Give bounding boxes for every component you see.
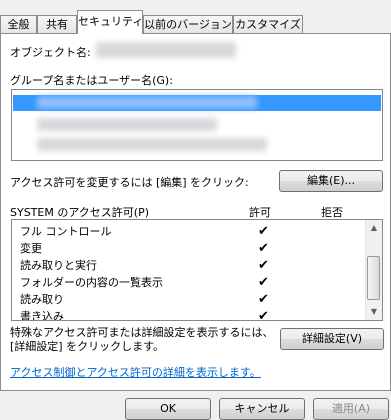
scroll-down-icon[interactable]: ▼ (366, 304, 382, 320)
group-user-list[interactable] (11, 89, 383, 161)
permission-row: 読み取りと実行 ✔ (20, 257, 360, 274)
scroll-up-icon[interactable]: ▲ (366, 220, 382, 236)
cancel-button[interactable]: キャンセル (219, 398, 305, 420)
deny-header: 拒否 (321, 206, 343, 219)
permission-name: フォルダーの内容の一覧表示 (20, 276, 163, 289)
permissions-list: フル コントロール ✔ 変更 ✔ 読み取りと実行 ✔ フォルダーの内容の一覧表示… (11, 219, 383, 321)
tab-previous-versions[interactable]: 以前のバージョン (143, 15, 233, 33)
permission-name: 読み取り (20, 293, 64, 306)
permissions-scrollbar[interactable]: ▲ ▼ (365, 220, 382, 320)
list-item-name (37, 96, 257, 109)
apply-button[interactable]: 適用(A) (313, 398, 389, 420)
scroll-thumb[interactable] (367, 256, 380, 300)
tab-general[interactable]: 全般 (0, 15, 37, 33)
permissions-title: SYSTEM のアクセス許可(P) (10, 206, 150, 219)
allow-check-icon: ✔ (258, 258, 269, 273)
object-name-value (96, 42, 236, 58)
permission-name: 書き込み (20, 310, 64, 321)
allow-check-icon: ✔ (258, 275, 269, 290)
help-link[interactable]: アクセス制御とアクセス許可の詳細を表示します。 (10, 364, 261, 380)
allow-header: 許可 (249, 206, 271, 219)
permission-name: フル コントロール (20, 225, 112, 238)
permission-row: フォルダーの内容の一覧表示 ✔ (20, 274, 360, 291)
advanced-text-line2: [詳細設定] をクリックします。 (10, 340, 164, 353)
advanced-button[interactable]: 詳細設定(V) (280, 328, 384, 350)
permission-name: 変更 (20, 242, 42, 255)
permission-row: 読み取り ✔ (20, 291, 360, 308)
allow-check-icon: ✔ (258, 292, 269, 307)
ok-button[interactable]: OK (125, 398, 211, 420)
security-panel: オブジェクト名: グループ名またはユーザー名(G): アクセス許可を変更するには… (0, 33, 391, 391)
tab-security[interactable]: セキュリティ (77, 10, 143, 34)
list-item[interactable] (37, 138, 267, 151)
tab-sharing[interactable]: 共有 (37, 15, 77, 33)
permission-row: 変更 ✔ (20, 240, 360, 257)
permission-row: フル コントロール ✔ (20, 223, 360, 240)
change-prompt: アクセス許可を変更するには [編集] をクリック: (10, 176, 249, 189)
allow-check-icon: ✔ (258, 224, 269, 239)
object-name-label: オブジェクト名: (10, 46, 91, 59)
tab-bar: 全般 共有 セキュリティ 以前のバージョン カスタマイズ (0, 10, 391, 34)
permission-name: 読み取りと実行 (20, 259, 97, 272)
edit-button[interactable]: 編集(E)... (279, 170, 383, 192)
tab-customize[interactable]: カスタマイズ (233, 15, 303, 33)
group-label: グループ名またはユーザー名(G): (10, 74, 173, 87)
permission-row: 書き込み ✔ (20, 308, 360, 321)
list-item[interactable] (37, 118, 217, 131)
allow-check-icon: ✔ (258, 309, 269, 321)
allow-check-icon: ✔ (258, 241, 269, 256)
